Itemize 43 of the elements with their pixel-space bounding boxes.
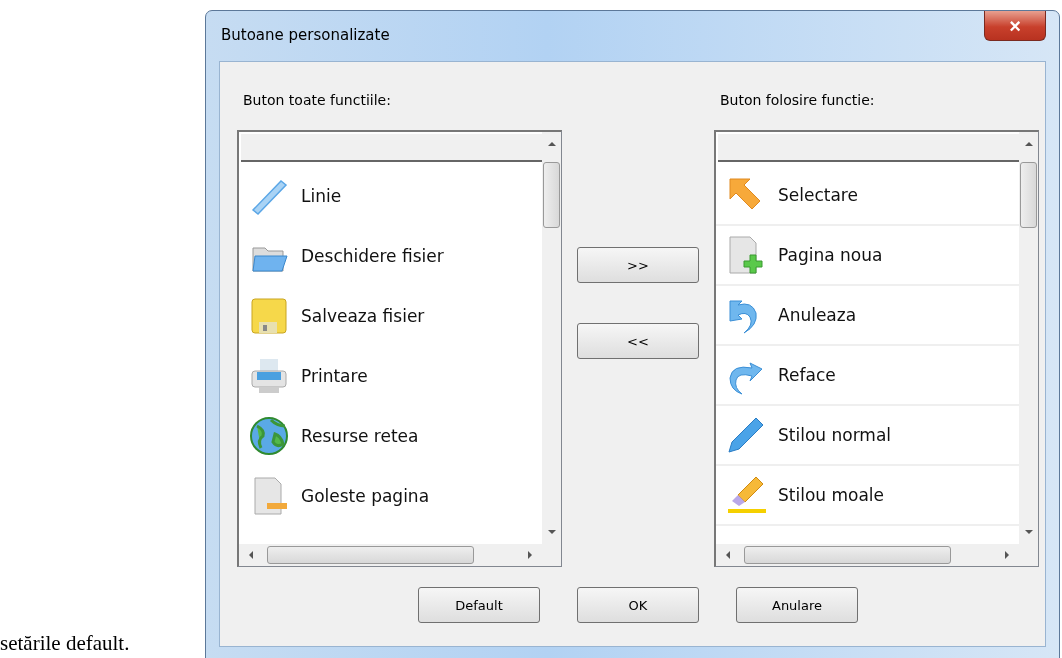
- ok-button[interactable]: OK: [577, 587, 699, 623]
- list-label: Buton toate functiile:: [242, 92, 392, 110]
- list-box[interactable]: Linie Deschidere fisier Salveaza fisier Printare Resurse retea Goleste pagina: [237, 130, 562, 567]
- list-item[interactable]: Selectare: [716, 166, 1019, 226]
- scroll-arrow-icon[interactable]: [526, 551, 534, 559]
- list-item[interactable]: Resurse retea: [239, 406, 542, 466]
- printer-icon: [249, 356, 289, 396]
- default-button[interactable]: Default: [418, 587, 540, 623]
- pencil-icon: [726, 415, 766, 455]
- list-item[interactable]: Goleste pagina: [239, 466, 542, 526]
- close-button[interactable]: ×: [984, 11, 1046, 41]
- window-title: Butoane personalizate: [220, 26, 390, 44]
- list-item[interactable]: Pagina noua: [716, 226, 1019, 286]
- scroll-arrow-icon[interactable]: [1024, 528, 1033, 536]
- scroll-arrow-icon[interactable]: [547, 140, 556, 148]
- list-item[interactable]: Stilou moale: [716, 466, 1019, 526]
- move-button[interactable]: >>: [577, 247, 699, 283]
- vertical-scrollbar[interactable]: [1019, 132, 1038, 544]
- list-box[interactable]: Selectare Pagina noua Anuleaza Reface Stilou normal Stilou moale: [714, 130, 1039, 567]
- horizontal-scrollbar[interactable]: [239, 544, 542, 566]
- page-plus-icon: [726, 235, 766, 275]
- move-button[interactable]: <<: [577, 323, 699, 359]
- list-item[interactable]: Linie: [239, 166, 542, 226]
- list-item[interactable]: Deschidere fisier: [239, 226, 542, 286]
- scroll-arrow-icon[interactable]: [1024, 140, 1033, 148]
- highlighter-icon: [726, 475, 766, 515]
- scroll-arrow-icon[interactable]: [547, 528, 556, 536]
- scroll-arrow-icon[interactable]: [247, 551, 255, 559]
- scroll-thumb[interactable]: [543, 162, 560, 228]
- list-item[interactable]: Salveaza fisier: [239, 286, 542, 346]
- scroll-thumb[interactable]: [1020, 162, 1037, 228]
- list-item[interactable]: Printare: [239, 346, 542, 406]
- scroll-arrow-icon[interactable]: [1003, 551, 1011, 559]
- scroll-thumb[interactable]: [744, 546, 951, 564]
- globe-icon: [249, 416, 289, 456]
- body-text: setările default.: [0, 631, 130, 656]
- scroll-arrow-icon[interactable]: [724, 551, 732, 559]
- horizontal-scrollbar[interactable]: [716, 544, 1019, 566]
- vertical-scrollbar[interactable]: [542, 132, 561, 544]
- cancel-button[interactable]: Anulare: [736, 587, 858, 623]
- scroll-thumb[interactable]: [267, 546, 474, 564]
- list-item[interactable]: Anuleaza: [716, 286, 1019, 346]
- list-label: Buton folosire functie:: [719, 92, 876, 110]
